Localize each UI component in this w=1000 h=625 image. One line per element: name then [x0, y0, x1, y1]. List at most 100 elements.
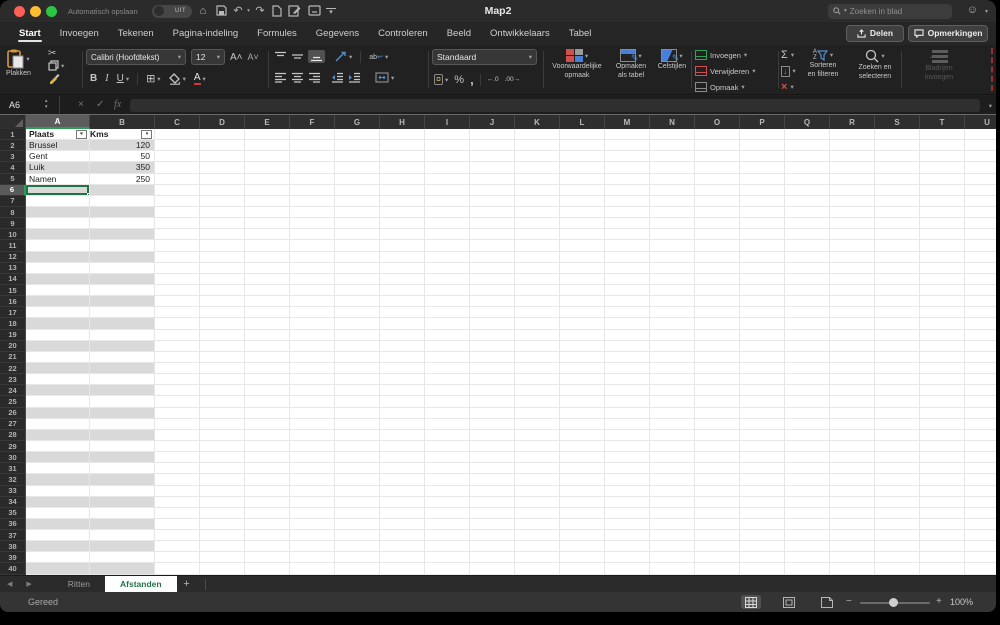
align-top-icon[interactable]	[274, 51, 287, 62]
cell-A15[interactable]	[26, 284, 90, 297]
align-middle-icon[interactable]	[291, 51, 304, 62]
row-header-20[interactable]: 20	[0, 340, 26, 352]
cell-B1[interactable]: Kms ▾	[90, 129, 155, 141]
tab-gegevens[interactable]: Gegevens	[315, 24, 360, 43]
font-color-button[interactable]: A ▾	[193, 72, 206, 85]
increase-decimal-icon[interactable]: ←.0	[487, 76, 499, 83]
merge-center-button[interactable]: ▾	[375, 72, 394, 83]
column-header-U[interactable]: U	[965, 115, 996, 129]
cell-A30[interactable]	[26, 452, 90, 464]
increase-font-icon[interactable]: A˄	[230, 52, 243, 63]
tab-tekenen[interactable]: Tekenen	[117, 24, 155, 43]
format-painter-icon[interactable]	[48, 72, 60, 84]
sheet-next-icon[interactable]: ▶	[19, 580, 38, 588]
row-header-7[interactable]: 7	[0, 195, 26, 207]
cell-B26[interactable]	[90, 407, 155, 419]
comma-format-icon[interactable]: ,	[470, 72, 474, 87]
cell-A33[interactable]	[26, 485, 90, 497]
page-layout-view-button[interactable]	[779, 595, 799, 609]
zoom-out-icon[interactable]: −	[846, 596, 852, 607]
row-header-19[interactable]: 19	[0, 329, 26, 341]
cell-B17[interactable]	[90, 307, 155, 319]
cell-A3[interactable]: Gent	[26, 151, 90, 163]
align-bottom-button[interactable]	[308, 50, 325, 63]
cell-A12[interactable]	[26, 251, 90, 263]
row-header-36[interactable]: 36	[0, 518, 26, 531]
cell-B31[interactable]	[90, 463, 155, 475]
search-box[interactable]: ▾ Zoeken in blad	[828, 3, 952, 19]
decrease-decimal-icon[interactable]: .00→	[505, 76, 521, 83]
row-header-30[interactable]: 30	[0, 452, 26, 464]
column-header-B[interactable]: B	[90, 115, 155, 129]
cell-A5[interactable]: Namen	[26, 173, 90, 185]
cell-B36[interactable]	[90, 518, 155, 531]
column-header-Q[interactable]: Q	[785, 115, 830, 129]
cancel-icon[interactable]: ×	[78, 96, 84, 114]
sheet-prev-icon[interactable]: ◀	[0, 580, 19, 588]
cell-B6[interactable]	[90, 184, 155, 196]
tab-beeld[interactable]: Beeld	[446, 24, 472, 43]
cell-A1[interactable]: Plaats ▾↑	[26, 129, 90, 141]
cell-B5[interactable]: 250	[90, 173, 155, 185]
decrease-font-icon[interactable]: A˅	[248, 52, 259, 62]
row-header-8[interactable]: 8	[0, 206, 26, 219]
row-header-40[interactable]: 40	[0, 563, 26, 575]
row-header-32[interactable]: 32	[0, 474, 26, 486]
column-header-C[interactable]: C	[155, 115, 200, 129]
filter-button-kms[interactable]: ▾	[141, 129, 152, 139]
cell-B12[interactable]	[90, 251, 155, 263]
cell-B34[interactable]	[90, 496, 155, 508]
tab-ontwikkelaars[interactable]: Ontwikkelaars	[489, 24, 551, 43]
add-sheet-button[interactable]: +	[177, 576, 197, 593]
row-header-12[interactable]: 12	[0, 251, 26, 263]
column-header-G[interactable]: G	[335, 115, 380, 129]
row-header-4[interactable]: 4	[0, 162, 26, 174]
format-as-table-button[interactable]: ✎ ▾ Opmaken als tabel	[610, 49, 652, 81]
row-header-18[interactable]: 18	[0, 318, 26, 330]
cell-B3[interactable]: 50	[90, 151, 155, 163]
zoom-slider[interactable]	[860, 598, 930, 607]
cell-B4[interactable]: 350	[90, 162, 155, 174]
find-select-button[interactable]: ▾ Zoeken en selecteren	[853, 49, 897, 82]
column-header-O[interactable]: O	[695, 115, 740, 129]
increase-indent-icon[interactable]	[348, 72, 361, 83]
cell-A27[interactable]	[26, 418, 90, 430]
cell-A9[interactable]	[26, 218, 90, 230]
row-header-6[interactable]: 6	[0, 184, 26, 196]
row-header-21[interactable]: 21	[0, 351, 26, 363]
filter-button-plaats[interactable]: ▾↑	[76, 129, 87, 139]
cut-icon[interactable]: ✂	[48, 48, 64, 59]
cell-A17[interactable]	[26, 307, 90, 319]
cell-B8[interactable]	[90, 206, 155, 219]
column-header-T[interactable]: T	[920, 115, 965, 129]
cell-A10[interactable]	[26, 229, 90, 241]
cell-A40[interactable]	[26, 563, 90, 575]
comments-button[interactable]: Opmerkingen	[908, 24, 988, 42]
column-header-J[interactable]: J	[470, 115, 515, 129]
tab-invoegen[interactable]: Invoegen	[59, 24, 100, 43]
column-header-K[interactable]: K	[515, 115, 560, 129]
clear-button[interactable]: × ▾	[781, 80, 794, 94]
row-header-10[interactable]: 10	[0, 229, 26, 241]
cell-A20[interactable]	[26, 340, 90, 352]
borders-button[interactable]: ⊞ ▾	[146, 72, 160, 85]
cell-A2[interactable]: Brussel	[26, 140, 90, 152]
row-header-13[interactable]: 13	[0, 262, 26, 274]
cell-A22[interactable]	[26, 362, 90, 375]
column-header-M[interactable]: M	[605, 115, 650, 129]
number-format-dropdown[interactable]: Standaard ▾	[432, 49, 537, 65]
row-header-35[interactable]: 35	[0, 507, 26, 519]
cell-A7[interactable]	[26, 195, 90, 207]
cell-B10[interactable]	[90, 229, 155, 241]
row-header-27[interactable]: 27	[0, 418, 26, 430]
name-box[interactable]: A6	[0, 96, 60, 114]
cell-A11[interactable]	[26, 240, 90, 252]
paste-button[interactable]: ▾ Plakken	[6, 49, 31, 79]
zoom-slider-knob[interactable]	[889, 598, 898, 607]
cell-A14[interactable]	[26, 273, 90, 285]
currency-format-button[interactable]: ¤ ▾	[434, 74, 448, 85]
row-header-29[interactable]: 29	[0, 440, 26, 453]
column-header-S[interactable]: S	[875, 115, 920, 129]
italic-button[interactable]: I	[105, 73, 108, 84]
formula-input[interactable]	[130, 98, 980, 112]
